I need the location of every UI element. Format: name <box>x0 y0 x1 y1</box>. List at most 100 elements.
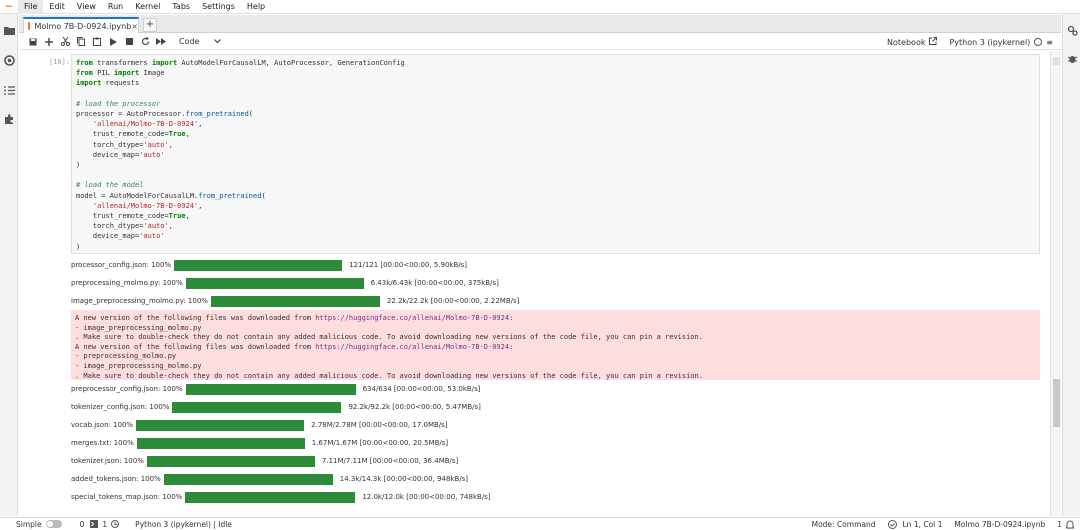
progress-row: tokenizer.json: 100% 7.11M/7.11M [00:00<0… <box>71 454 458 468</box>
debugger-icon[interactable] <box>1066 52 1078 64</box>
menu-tabs[interactable]: Tabs <box>166 0 196 14</box>
menu-help[interactable]: Help <box>241 0 271 14</box>
run-icon[interactable] <box>105 35 121 49</box>
kernel-count[interactable]: 1 <box>102 520 107 529</box>
simple-mode-toggle[interactable] <box>45 520 62 528</box>
progress-stats: 634/634 [00:00<00:00, 53.0kB/s] <box>362 385 481 393</box>
progress-bar <box>210 295 380 307</box>
stderr-output: A new version of the following files was… <box>71 310 1040 380</box>
chevron-down-icon <box>214 39 221 44</box>
progress-stats: 121/121 [00:00<00:00, 5.90kB/s] <box>349 261 468 269</box>
cut-icon[interactable] <box>57 35 73 49</box>
scroll-thumb[interactable] <box>1053 379 1060 427</box>
external-link-icon[interactable] <box>929 37 938 47</box>
menu-view[interactable]: View <box>71 0 102 14</box>
cursor-position[interactable]: Ln 1, Col 1 <box>903 520 943 529</box>
progress-label: tokenizer.json: 100% <box>71 457 144 465</box>
code-line: ) <box>76 161 81 169</box>
code-line: device_map='auto' <box>76 232 165 241</box>
status-filename: Molmo 7B-D-0924.ipynb <box>954 519 1046 529</box>
progress-bar <box>174 259 343 271</box>
cell-type-select[interactable]: Code <box>177 36 223 48</box>
kernel-status[interactable]: Python 3 (ipykernel) | Idle <box>135 520 232 529</box>
kernel-name[interactable]: Python 3 (ipykernel) <box>949 38 1030 47</box>
scroll-up-arrow[interactable] <box>1053 57 1060 65</box>
progress-label: added_tokens.json: 100% <box>71 475 161 483</box>
fast-forward-icon[interactable] <box>153 35 169 49</box>
progress-label: preprocessor_config.json: 100% <box>71 385 183 393</box>
code-line: from transformers import AutoModelForCau… <box>76 59 405 67</box>
code-line: # load the model <box>76 181 144 190</box>
code-cell-input[interactable]: from transformers import AutoModelForCau… <box>71 54 1040 254</box>
scrollbar[interactable] <box>1050 51 1061 516</box>
status-bar: Simple 0 1 Python 3 (ipykernel) | Idle M… <box>0 517 1080 530</box>
notebook-panel: [10]: from transformers import AutoModel… <box>19 51 1049 516</box>
kernel-status-icon <box>1034 38 1043 46</box>
menu-file[interactable]: File <box>18 0 44 14</box>
folder-icon[interactable] <box>3 24 15 36</box>
running-icon[interactable] <box>3 54 15 66</box>
code-line: torch_dtype='auto', <box>76 140 173 149</box>
code-line: trust_remote_code=True, <box>76 212 190 220</box>
jupyter-logo-icon: ~ <box>4 1 14 12</box>
stderr-line: . Make sure to double-check they do not … <box>75 371 703 380</box>
extension-icon[interactable] <box>3 113 15 125</box>
progress-bar <box>163 473 333 485</box>
progress-stats: 92.2k/92.2k [00:00<00:00, 5.47MB/s] <box>348 403 481 411</box>
progress-label: tokenizer_config.json: 100% <box>71 403 170 411</box>
progress-label: vocab.json: 100% <box>71 421 134 429</box>
stderr-line: A new version of the following files was… <box>75 314 514 322</box>
terminal-icon <box>90 520 99 528</box>
progress-label: image_preprocessing_molmo.py: 100% <box>71 297 208 305</box>
menu-edit[interactable]: Edit <box>43 0 71 14</box>
right-sidebar <box>1062 14 1080 516</box>
code-line: ) <box>76 242 81 251</box>
cell-prompt: [10]: <box>49 58 71 66</box>
progress-stats: 7.11M/7.11M [00:00<00:00, 36.4MB/s] <box>321 457 459 465</box>
progress-stats: 6.43k/6.43k [00:00<00:00, 375kB/s] <box>370 279 499 287</box>
bell-icon[interactable] <box>1066 520 1074 529</box>
menu-kernel[interactable]: Kernel <box>129 0 166 14</box>
stop-icon[interactable] <box>121 35 137 49</box>
progress-row: added_tokens.json: 100% 14.3k/14.3k [00:0… <box>71 472 468 486</box>
progress-row: preprocessing_molmo.py: 100% 6.43k/6.43k … <box>71 276 499 290</box>
notebook-label[interactable]: Notebook <box>887 38 925 47</box>
property-inspector-icon[interactable] <box>1066 24 1078 36</box>
code-line: processor = AutoProcessor.from_pretraine… <box>76 110 254 118</box>
code-line: model = AutoModelForCausalLM.from_pretra… <box>76 191 266 200</box>
insert-cell-icon[interactable] <box>41 35 57 49</box>
terminal-count[interactable]: 0 <box>80 520 85 529</box>
new-tab-button[interactable]: + <box>143 18 157 32</box>
left-sidebar <box>0 14 18 516</box>
progress-row: merges.txt: 100% 1.67M/1.67M [00:00<00:00… <box>71 436 448 450</box>
tab-bar: Molmo 7B-D-0924.ipynb × + <box>19 15 1061 33</box>
command-mode: Mode: Command <box>811 519 876 529</box>
check-icon <box>887 519 897 529</box>
stderr-line: - image_preprocessing_molmo.py <box>75 323 202 332</box>
progress-bar <box>136 437 305 449</box>
code-line: 'allenai/Molmo-7B-D-0924', <box>92 201 203 210</box>
tab-title: Molmo 7B-D-0924.ipynb <box>34 21 132 31</box>
progress-stats: 22.2k/22.2k [00:00<00:00, 2.22MB/s] <box>386 297 520 305</box>
menu-run[interactable]: Run <box>102 0 129 14</box>
notebook-tab[interactable]: Molmo 7B-D-0924.ipynb × <box>23 17 139 33</box>
menu-icon[interactable]: ≡ <box>1046 38 1053 47</box>
save-icon[interactable] <box>25 35 41 49</box>
progress-stats: 1.67M/1.67M [00:00<00:00, 20.5MB/s] <box>311 439 449 447</box>
progress-bar <box>185 383 356 395</box>
restart-icon[interactable] <box>137 35 153 49</box>
stderr-line: A new version of the following files was… <box>75 342 514 351</box>
notification-count[interactable]: 1 <box>1057 520 1062 529</box>
copy-icon[interactable] <box>73 35 89 49</box>
progress-label: merges.txt: 100% <box>71 439 134 447</box>
code-line: device_map='auto' <box>76 150 165 159</box>
close-tab-icon[interactable]: × <box>131 22 138 31</box>
progress-bar <box>146 455 315 467</box>
progress-row: image_preprocessing_molmo.py: 100% 22.2k/… <box>71 294 519 308</box>
progress-label: processor_config.json: 100% <box>71 261 172 269</box>
toc-icon[interactable] <box>3 84 15 96</box>
progress-bar <box>185 491 356 503</box>
code-line: from PIL import Image <box>76 69 165 78</box>
paste-icon[interactable] <box>89 35 105 49</box>
menu-settings[interactable]: Settings <box>196 0 241 14</box>
